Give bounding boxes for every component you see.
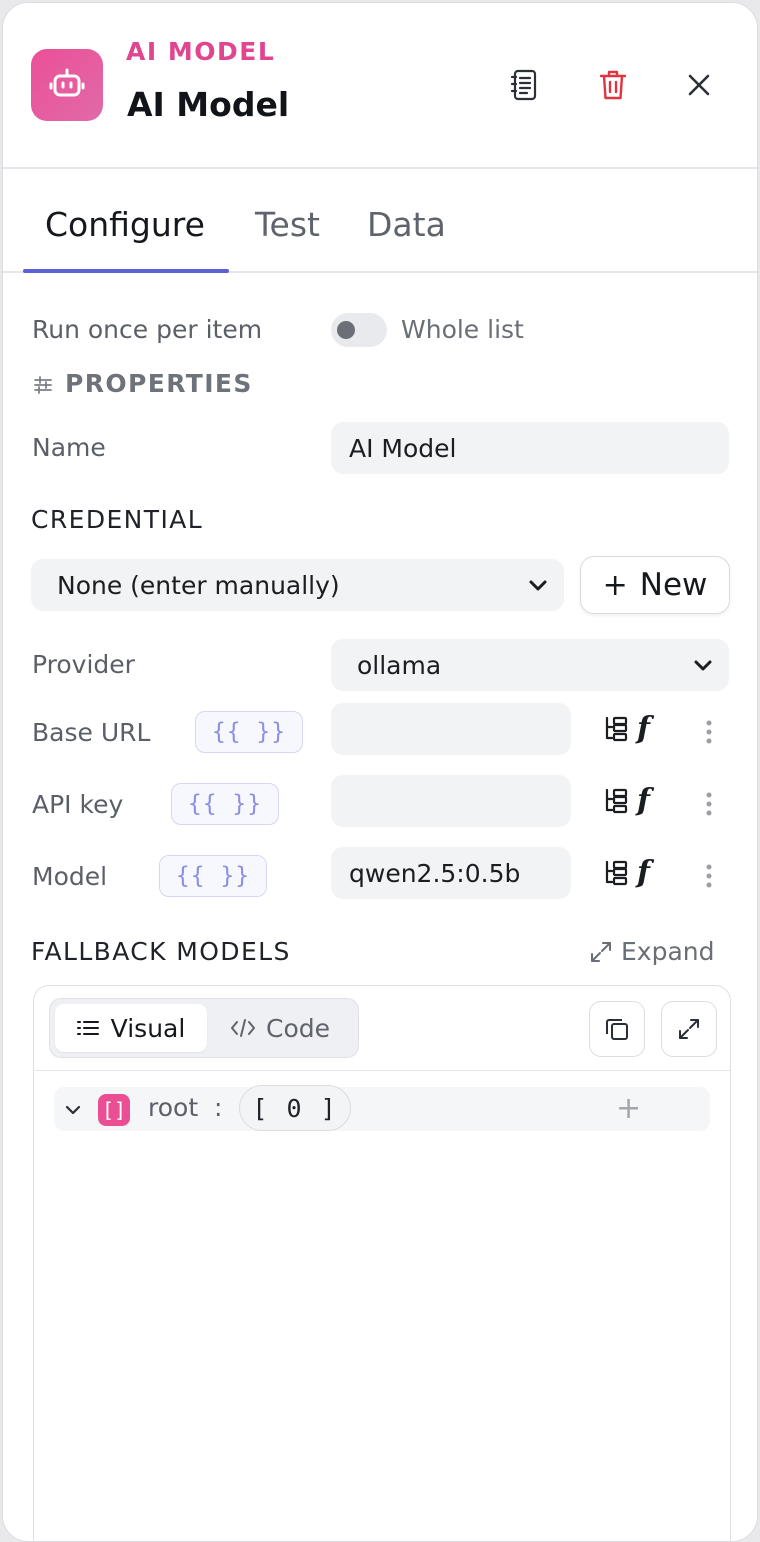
provider-select[interactable]: ollama (331, 639, 729, 691)
toggle-knob (337, 321, 355, 339)
expand-button[interactable]: Expand (589, 937, 715, 966)
properties-heading: PROPERTIES (65, 369, 253, 398)
expand-label: Expand (621, 937, 715, 966)
list-icon (76, 1021, 99, 1035)
active-tab-indicator (23, 269, 229, 273)
copy-icon (606, 1019, 628, 1040)
visual-mode-label: Visual (110, 1013, 186, 1043)
plus-icon: + (602, 567, 628, 603)
sliders-icon (33, 375, 53, 399)
tree-root-row[interactable]: [] root : [ 0 ] + (54, 1085, 710, 1131)
tree-key-separator: : (214, 1093, 223, 1122)
new-credential-label: New (639, 567, 708, 603)
array-type-badge: [] (98, 1094, 130, 1126)
api-key-expression-button[interactable]: {{ }} (171, 783, 279, 825)
base-url-input[interactable] (331, 703, 571, 755)
chevron-down-icon (694, 660, 712, 671)
tree-structure-icon[interactable] (603, 715, 629, 743)
api-key-label: API key (32, 790, 124, 819)
fullscreen-icon (679, 1019, 699, 1039)
node-type-label: AI MODEL (126, 37, 276, 66)
panel-tabs: Configure Test Data (3, 171, 757, 273)
credential-selected-value: None (enter manually) (57, 570, 340, 600)
tab-data[interactable]: Data (367, 205, 446, 244)
run-once-label: Run once per item (32, 315, 263, 344)
model-input[interactable]: qwen2.5:0.5b (331, 847, 571, 899)
visual-mode-button[interactable]: Visual (55, 1004, 207, 1052)
name-input[interactable]: AI Model (331, 422, 729, 474)
whole-list-toggle[interactable] (331, 313, 387, 347)
function-icon[interactable]: f (637, 783, 650, 818)
editor-mode-switch: Visual Code (49, 998, 359, 1058)
robot-icon (31, 49, 103, 121)
function-icon[interactable]: f (637, 855, 650, 890)
notes-icon (510, 69, 537, 101)
fullscreen-button[interactable] (661, 1001, 717, 1057)
function-icon[interactable]: f (637, 711, 650, 746)
notes-button[interactable] (503, 63, 547, 107)
model-expression-button[interactable]: {{ }} (159, 855, 267, 897)
fallback-models-heading: FALLBACK MODELS (31, 937, 291, 966)
chevron-down-icon (529, 580, 547, 591)
model-label: Model (32, 862, 108, 891)
close-icon (688, 74, 710, 96)
code-mode-label: Code (266, 1013, 331, 1043)
credential-select[interactable]: None (enter manually) (31, 559, 564, 611)
api-key-input[interactable] (331, 775, 571, 827)
delete-button[interactable] (591, 63, 635, 107)
code-icon (231, 1019, 255, 1037)
base-url-expression-button[interactable]: {{ }} (195, 711, 303, 753)
array-count-pill: [ 0 ] (239, 1085, 351, 1131)
tree-root-key: root (148, 1093, 199, 1122)
node-config-panel: AI MODEL AI Model Configure Test Data Ru… (2, 2, 758, 1542)
tree-structure-icon[interactable] (603, 859, 629, 887)
tree-structure-icon[interactable] (603, 787, 629, 815)
tab-configure[interactable]: Configure (45, 205, 205, 244)
copy-button[interactable] (589, 1001, 645, 1057)
provider-selected-value: ollama (357, 650, 442, 680)
new-credential-button[interactable]: + New (580, 556, 730, 614)
whole-list-label: Whole list (401, 315, 524, 344)
credential-heading: CREDENTIAL (31, 505, 204, 534)
trash-icon (599, 70, 627, 100)
panel-header: AI MODEL AI Model (3, 3, 757, 169)
node-title: AI Model (127, 85, 290, 124)
code-mode-button[interactable]: Code (230, 1004, 330, 1052)
provider-label: Provider (32, 650, 135, 679)
kebab-menu-icon[interactable] (697, 717, 721, 747)
kebab-menu-icon[interactable] (697, 789, 721, 819)
add-item-button[interactable]: + (616, 1091, 641, 1126)
name-label: Name (32, 433, 106, 462)
expand-arrows-icon (591, 941, 611, 962)
fallback-json-editor: Visual Code [] root: [0] + (33, 985, 731, 1541)
chevron-down-icon[interactable] (64, 1101, 82, 1119)
editor-toolbar: Visual Code (34, 986, 730, 1071)
close-button[interactable] (677, 63, 721, 107)
tab-test[interactable]: Test (255, 205, 320, 244)
base-url-label: Base URL (32, 718, 151, 747)
kebab-menu-icon[interactable] (697, 861, 721, 891)
